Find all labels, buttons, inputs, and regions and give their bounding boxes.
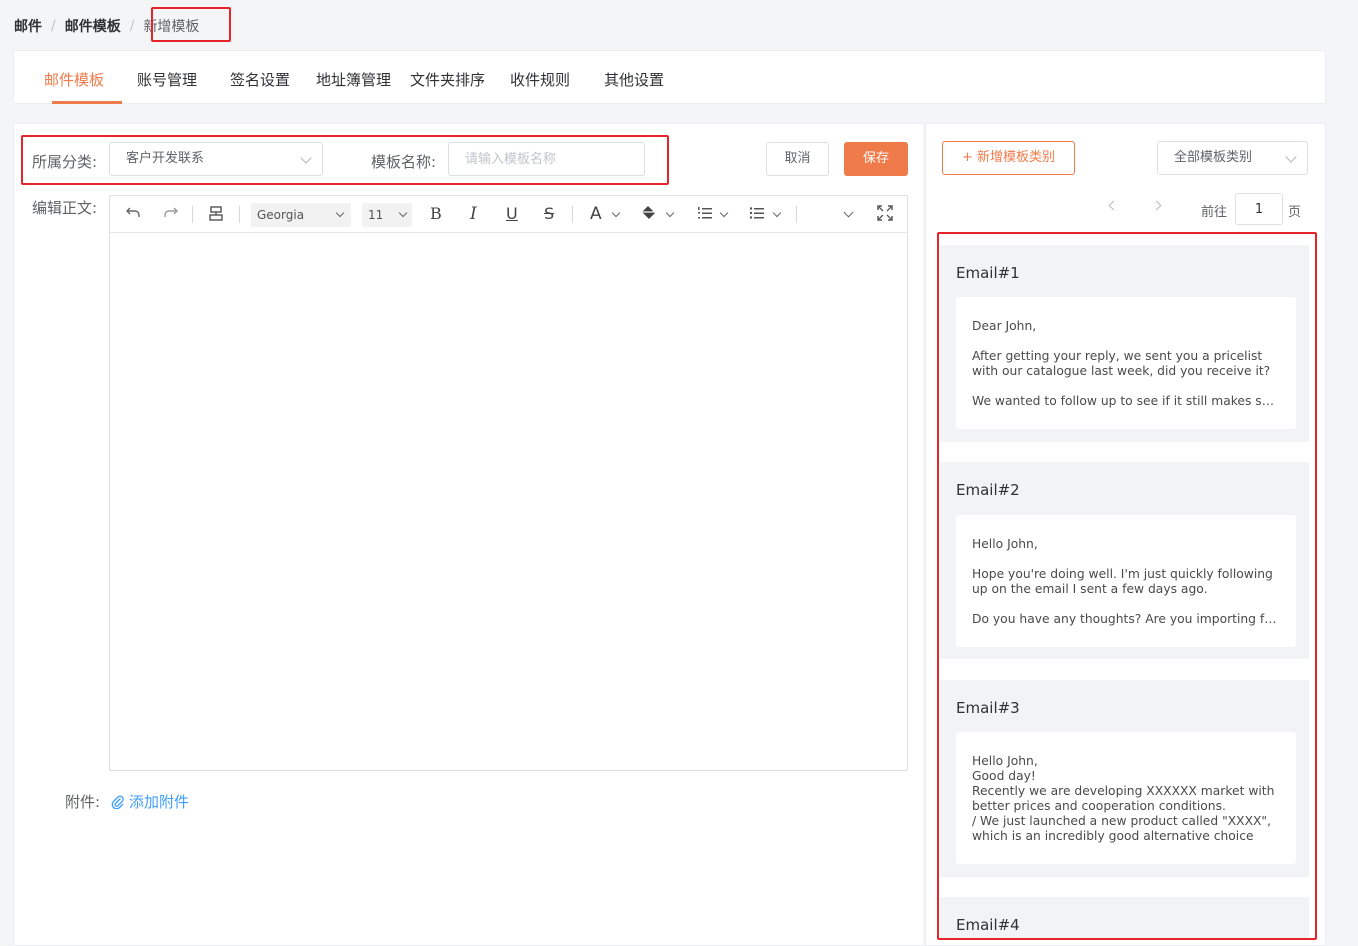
strikethrough-button[interactable]: S xyxy=(544,204,554,224)
font-family-select[interactable]: Georgia xyxy=(251,203,351,227)
attachment-label: 附件: xyxy=(65,793,101,811)
active-tab-indicator xyxy=(52,101,122,104)
ordered-list-button[interactable] xyxy=(696,204,714,227)
template-category-filter[interactable]: 全部模板类别 xyxy=(1157,141,1308,175)
chevron-down-icon xyxy=(719,208,729,218)
highlight-box-template-list xyxy=(937,232,1317,940)
breadcrumb-mail[interactable]: 邮件 xyxy=(14,16,42,36)
save-button[interactable]: 保存 xyxy=(844,142,908,176)
editor-content-area[interactable] xyxy=(110,234,907,770)
toolbar-divider xyxy=(239,206,240,223)
page-suffix: 页 xyxy=(1288,205,1302,220)
bullet-list-icon xyxy=(749,207,764,219)
breadcrumb-separator: / xyxy=(129,18,135,34)
undo-button[interactable] xyxy=(124,203,142,226)
breadcrumb-mail-templates[interactable]: 邮件模板 xyxy=(65,16,121,36)
highlight-color-button[interactable] xyxy=(640,204,658,227)
toolbar-divider xyxy=(572,206,573,223)
body-label: 编辑正文: xyxy=(32,199,98,217)
highlight-box-form-row xyxy=(21,135,669,185)
underline-button[interactable]: U xyxy=(506,204,518,224)
tab-signature-settings[interactable]: 签名设置 xyxy=(230,69,290,90)
tab-address-book[interactable]: 地址簿管理 xyxy=(316,69,391,90)
bold-button[interactable]: B xyxy=(430,204,442,224)
tab-mail-templates[interactable]: 邮件模板 xyxy=(44,69,104,90)
format-painter-button[interactable] xyxy=(207,204,225,227)
redo-button[interactable] xyxy=(162,203,180,226)
format-painter-icon xyxy=(209,206,223,221)
toolbar-divider xyxy=(796,206,797,223)
chevron-down-icon xyxy=(1285,151,1297,163)
bullet-list-button[interactable] xyxy=(748,204,766,227)
breadcrumb-separator: / xyxy=(51,18,56,34)
ordered-list-icon xyxy=(698,207,712,219)
goto-label: 前往 xyxy=(1201,205,1228,220)
font-family-value: Georgia xyxy=(257,208,305,222)
template-editor-panel: 所属分类: 客户开发联系 模板名称: 取消 保存 编辑正文: Georgia xyxy=(13,123,923,946)
highlight-box-breadcrumb xyxy=(151,7,231,42)
toolbar-divider xyxy=(192,206,193,223)
fullscreen-button[interactable] xyxy=(876,204,894,227)
font-size-value: 11 xyxy=(368,208,384,222)
add-attachment-link[interactable]: 添加附件 xyxy=(111,791,189,812)
more-tools-chevron-icon[interactable] xyxy=(843,207,854,218)
settings-tabs: 邮件模板 账号管理 签名设置 地址簿管理 文件夹排序 收件规则 其他设置 xyxy=(13,50,1326,104)
italic-button[interactable]: I xyxy=(470,204,477,224)
tab-inbox-rules[interactable]: 收件规则 xyxy=(510,69,570,90)
paint-bucket-icon xyxy=(642,206,655,219)
chevron-down-icon xyxy=(611,208,621,218)
redo-icon xyxy=(164,207,178,217)
text-color-button[interactable]: A xyxy=(590,204,602,224)
chevron-down-icon xyxy=(335,208,345,218)
cancel-button[interactable]: 取消 xyxy=(766,142,829,176)
undo-icon xyxy=(126,207,140,217)
add-attachment-label: 添加附件 xyxy=(129,793,190,811)
fullscreen-icon xyxy=(877,205,893,221)
rich-text-editor: Georgia 11 B I U S A xyxy=(109,195,908,771)
paperclip-icon xyxy=(111,794,124,809)
next-page-button[interactable] xyxy=(1151,200,1162,211)
tab-account-management[interactable]: 账号管理 xyxy=(137,69,197,90)
page-number-input[interactable] xyxy=(1235,193,1283,225)
chevron-down-icon xyxy=(665,208,675,218)
add-template-category-button[interactable]: + 新增模板类别 xyxy=(942,141,1075,175)
tab-other-settings[interactable]: 其他设置 xyxy=(604,69,664,90)
prev-page-button[interactable] xyxy=(1108,200,1119,211)
chevron-down-icon xyxy=(772,208,782,218)
font-size-select[interactable]: 11 xyxy=(362,203,412,227)
template-category-filter-value: 全部模板类别 xyxy=(1174,150,1253,165)
chevron-down-icon xyxy=(398,208,408,218)
editor-toolbar: Georgia 11 B I U S A xyxy=(110,196,907,233)
tab-folder-sort[interactable]: 文件夹排序 xyxy=(410,69,485,90)
